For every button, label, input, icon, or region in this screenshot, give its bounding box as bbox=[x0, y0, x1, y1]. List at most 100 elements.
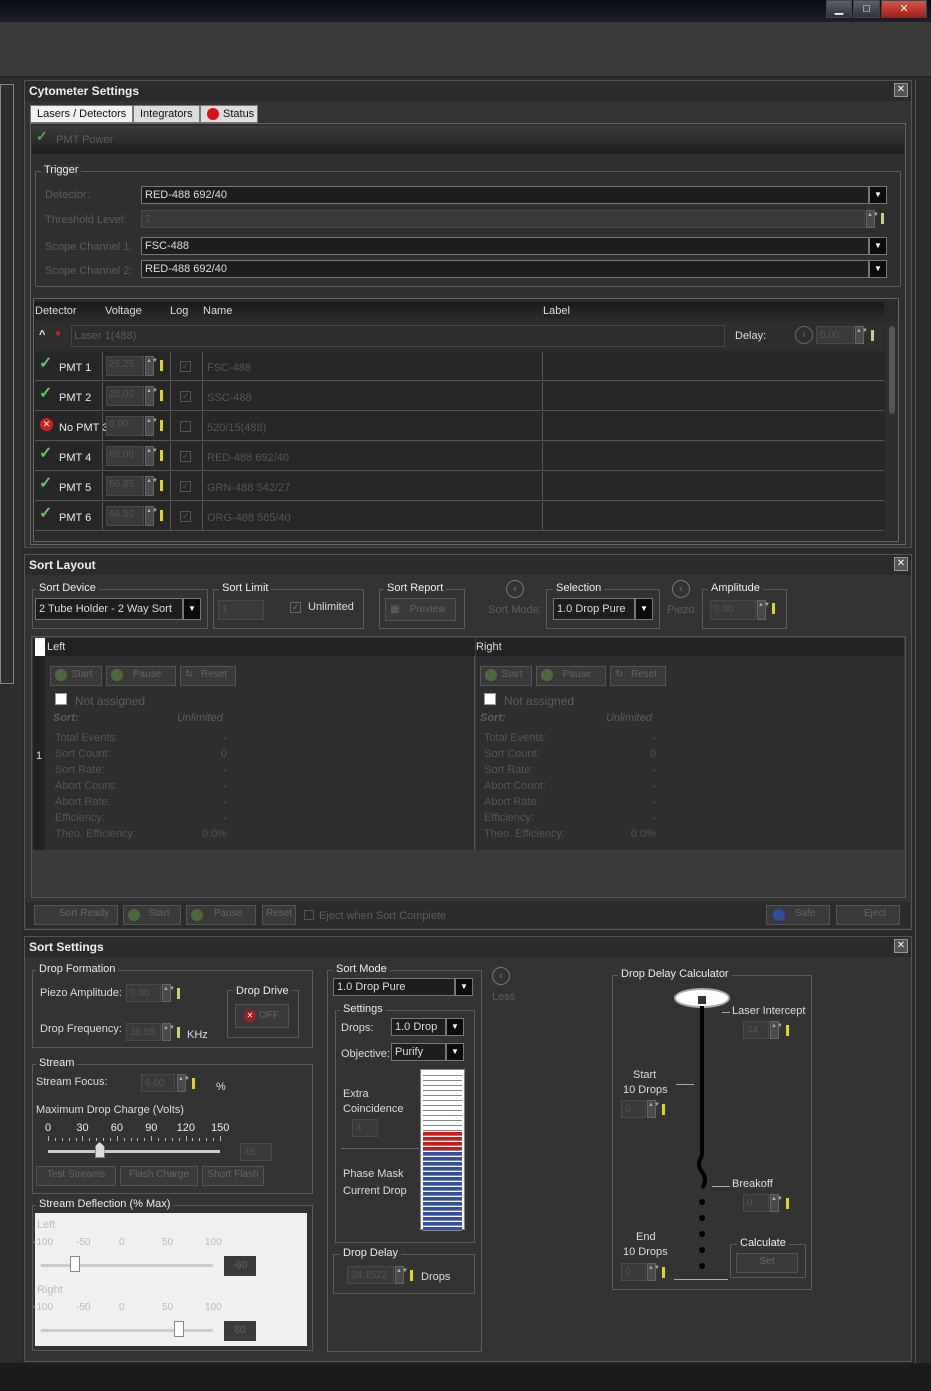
left-reset-button[interactable]: ↻ Reset bbox=[180, 666, 236, 686]
close-icon[interactable]: ✕ bbox=[894, 939, 908, 953]
right-reset-button[interactable]: ↻ Reset bbox=[610, 666, 666, 686]
sort-pause-button[interactable]: Pause bbox=[186, 905, 256, 925]
tab-lasers-detectors[interactable]: Lasers / Detectors bbox=[30, 105, 134, 123]
voltage-input[interactable]: 25.25 bbox=[106, 356, 144, 376]
charge-slider-track[interactable] bbox=[48, 1150, 220, 1153]
eject-button[interactable]: Eject bbox=[836, 905, 900, 925]
chevron-down-icon[interactable]: ▼ bbox=[446, 1018, 464, 1036]
sort-limit-input[interactable]: 1 bbox=[218, 600, 264, 620]
safe-button[interactable]: Safe bbox=[766, 905, 830, 925]
laser-intercept-input[interactable]: 44 bbox=[743, 1021, 769, 1039]
right-deflection-track[interactable] bbox=[41, 1329, 213, 1332]
voltage-input[interactable]: 54.50 bbox=[106, 506, 144, 526]
flash-charge-button[interactable]: Flash Charge bbox=[120, 1166, 198, 1186]
set-button[interactable]: Set bbox=[736, 1253, 798, 1273]
table-scrollbar[interactable] bbox=[886, 322, 898, 538]
delay-input[interactable]: 0.00 bbox=[816, 326, 854, 344]
laser-intercept-stepper[interactable]: ▲▼ bbox=[770, 1021, 783, 1039]
extra-coincidence-input[interactable]: 4 bbox=[352, 1119, 378, 1137]
breakoff-stepper[interactable]: ▲▼ bbox=[770, 1194, 783, 1212]
right-assign-checkbox[interactable] bbox=[484, 693, 496, 705]
voltage-stepper[interactable]: ▲▼ bbox=[145, 506, 158, 526]
scope2-select[interactable]: RED-488 692/40 bbox=[141, 260, 869, 278]
chevron-down-icon[interactable]: ▼ bbox=[869, 260, 887, 278]
voltage-input[interactable]: 0.00 bbox=[106, 416, 144, 436]
sort-reset-button[interactable]: Reset bbox=[262, 905, 296, 925]
voltage-stepper[interactable]: ▲▼ bbox=[145, 476, 158, 496]
less-icon[interactable]: ‹ bbox=[492, 967, 510, 985]
voltage-input[interactable]: 50.85 bbox=[106, 476, 144, 496]
voltage-input[interactable]: 25.00 bbox=[106, 386, 144, 406]
maximize-button[interactable]: □ bbox=[853, 0, 880, 18]
charge-value-box[interactable]: 45 bbox=[240, 1143, 272, 1161]
sort-start-button[interactable]: Start bbox=[123, 905, 181, 925]
less-label[interactable]: Less bbox=[492, 991, 515, 1003]
piezo-icon[interactable]: ‹ bbox=[672, 580, 690, 598]
close-button[interactable]: ✕ bbox=[881, 0, 927, 18]
drops-select[interactable]: 1.0 Drop bbox=[391, 1018, 446, 1036]
threshold-stepper[interactable]: ▲▼ bbox=[866, 210, 879, 228]
piezo-stepper[interactable]: ▲▼ bbox=[162, 984, 175, 1002]
log-checkbox[interactable]: ✓ bbox=[180, 511, 191, 522]
left-pause-button[interactable]: Pause bbox=[106, 666, 176, 686]
start-input[interactable]: 0 bbox=[621, 1100, 646, 1118]
chevron-down-icon[interactable]: ▼ bbox=[446, 1043, 464, 1061]
sort-mode-icon[interactable]: ‹ bbox=[506, 580, 524, 598]
sort-ready-button[interactable]: Sort Ready bbox=[34, 905, 118, 925]
preview-button[interactable]: ▦ Preview bbox=[385, 598, 456, 621]
selection-select[interactable]: 1.0 Drop Pure bbox=[553, 598, 635, 620]
end-stepper[interactable]: ▲▼ bbox=[647, 1263, 660, 1281]
right-scrollbar[interactable] bbox=[915, 80, 931, 1363]
left-deflection-track[interactable] bbox=[41, 1264, 213, 1267]
log-checkbox[interactable] bbox=[180, 421, 191, 432]
end-input[interactable]: 0 bbox=[621, 1263, 646, 1281]
sort-device-select[interactable]: 2 Tube Holder - 2 Way Sort bbox=[35, 598, 183, 620]
drop-frequency-input[interactable]: 36.58 bbox=[126, 1023, 161, 1041]
eject-checkbox[interactable] bbox=[304, 910, 314, 920]
amplitude-stepper[interactable]: ▲▼ bbox=[757, 600, 770, 620]
breakoff-input[interactable]: 0 bbox=[743, 1194, 769, 1212]
drop-drive-button[interactable]: ✕ OFF bbox=[235, 1004, 289, 1028]
unlimited-checkbox[interactable]: ✓ bbox=[290, 602, 301, 613]
short-flash-button[interactable]: Short Flash bbox=[202, 1166, 264, 1186]
delay-reset-icon[interactable]: ‹ bbox=[795, 326, 813, 344]
voltage-stepper[interactable]: ▲▼ bbox=[145, 446, 158, 466]
log-checkbox[interactable]: ✓ bbox=[180, 391, 191, 402]
chevron-down-icon[interactable]: ▼ bbox=[869, 237, 887, 255]
delay-stepper[interactable]: ▲▼ bbox=[855, 326, 868, 344]
log-checkbox[interactable]: ✓ bbox=[180, 481, 191, 492]
stream-focus-stepper[interactable]: ▲▼ bbox=[177, 1074, 190, 1092]
drop-delay-stepper[interactable]: ▲▼ bbox=[395, 1266, 408, 1284]
objective-select[interactable]: Purify bbox=[391, 1043, 446, 1061]
drop-freq-stepper[interactable]: ▲▼ bbox=[162, 1023, 175, 1041]
tab-status[interactable]: Status bbox=[200, 105, 258, 123]
drop-delay-input[interactable]: 24.1522 bbox=[347, 1266, 394, 1284]
left-deflection-value[interactable]: -60 bbox=[224, 1256, 256, 1276]
collapse-caret-icon[interactable]: ^ bbox=[39, 329, 45, 341]
amplitude-input[interactable]: 0.00 bbox=[710, 600, 756, 620]
voltage-stepper[interactable]: ▲▼ bbox=[145, 386, 158, 406]
voltage-input[interactable]: 69.00 bbox=[106, 446, 144, 466]
tab-integrators[interactable]: Integrators bbox=[133, 105, 200, 123]
chevron-down-icon[interactable]: ▼ bbox=[635, 598, 653, 620]
piezo-amplitude-input[interactable]: 0.00 bbox=[126, 984, 161, 1002]
stream-focus-input[interactable]: 6.00 bbox=[141, 1074, 175, 1092]
close-icon[interactable]: ✕ bbox=[894, 557, 908, 571]
minimize-button[interactable]: ▁ bbox=[826, 0, 852, 18]
log-checkbox[interactable]: ✓ bbox=[180, 451, 191, 462]
right-start-button[interactable]: Start bbox=[480, 666, 532, 686]
scope1-select[interactable]: FSC-488 bbox=[141, 237, 869, 255]
voltage-stepper[interactable]: ▲▼ bbox=[145, 356, 158, 376]
start-stepper[interactable]: ▲▼ bbox=[647, 1100, 660, 1118]
threshold-input[interactable]: 2 bbox=[141, 210, 865, 228]
left-start-button[interactable]: Start bbox=[50, 666, 102, 686]
sort-mode-select[interactable]: 1.0 Drop Pure bbox=[333, 978, 455, 996]
test-streams-button[interactable]: Test Streams bbox=[36, 1166, 116, 1186]
trigger-detector-select[interactable]: RED-488 692/40 bbox=[141, 186, 869, 204]
table-scroll-thumb[interactable] bbox=[889, 326, 895, 414]
voltage-stepper[interactable]: ▲▼ bbox=[145, 416, 158, 436]
chevron-down-icon[interactable]: ▼ bbox=[183, 598, 201, 620]
pmt-power-bar[interactable]: ✓ PMT Power bbox=[32, 126, 904, 154]
chevron-down-icon[interactable]: ▼ bbox=[869, 186, 887, 204]
close-icon[interactable]: ✕ bbox=[894, 83, 908, 97]
